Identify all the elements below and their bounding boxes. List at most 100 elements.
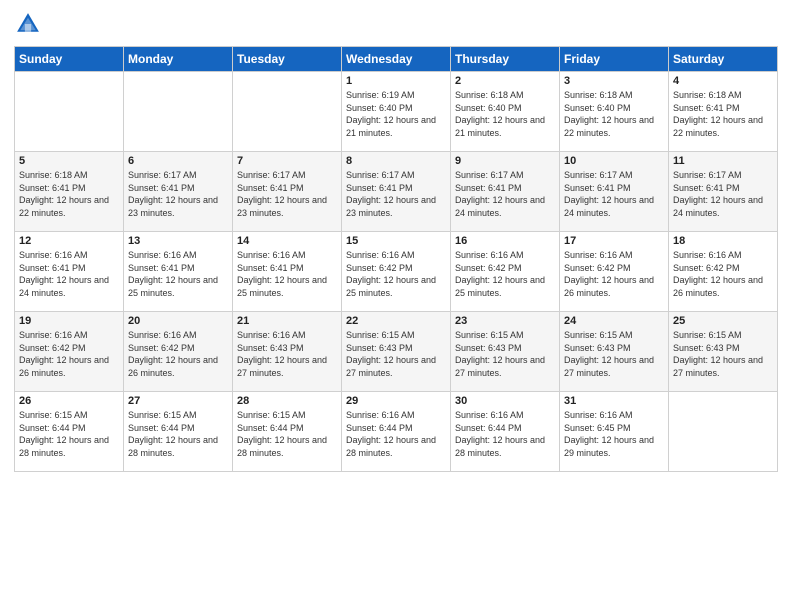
daylight-text: Daylight: 12 hours and 26 minutes. <box>673 274 773 299</box>
day-number: 27 <box>128 395 228 407</box>
day-number: 12 <box>19 235 119 247</box>
day-cell-12: 12Sunrise: 6:16 AMSunset: 6:41 PMDayligh… <box>15 232 124 312</box>
day-cell-15: 15Sunrise: 6:16 AMSunset: 6:42 PMDayligh… <box>342 232 451 312</box>
day-number: 26 <box>19 395 119 407</box>
day-number: 20 <box>128 315 228 327</box>
daylight-text: Daylight: 12 hours and 24 minutes. <box>455 194 555 219</box>
sunset-text: Sunset: 6:43 PM <box>673 342 773 355</box>
day-info: Sunrise: 6:15 AMSunset: 6:43 PMDaylight:… <box>673 329 773 379</box>
sunset-text: Sunset: 6:40 PM <box>455 102 555 115</box>
day-cell-3: 3Sunrise: 6:18 AMSunset: 6:40 PMDaylight… <box>560 72 669 152</box>
day-number: 16 <box>455 235 555 247</box>
day-cell-5: 5Sunrise: 6:18 AMSunset: 6:41 PMDaylight… <box>15 152 124 232</box>
daylight-text: Daylight: 12 hours and 27 minutes. <box>346 354 446 379</box>
day-number: 18 <box>673 235 773 247</box>
day-info: Sunrise: 6:16 AMSunset: 6:42 PMDaylight:… <box>455 249 555 299</box>
daylight-text: Daylight: 12 hours and 22 minutes. <box>673 114 773 139</box>
sunset-text: Sunset: 6:41 PM <box>19 182 119 195</box>
day-info: Sunrise: 6:18 AMSunset: 6:41 PMDaylight:… <box>19 169 119 219</box>
week-row-1: 1 Sunrise: 6:19 AMSunset: 6:40 PMDaylight… <box>15 72 778 152</box>
day-number: 19 <box>19 315 119 327</box>
daylight-text: Daylight: 12 hours and 25 minutes. <box>455 274 555 299</box>
sunrise-text: Sunrise: 6:16 AM <box>128 249 228 262</box>
day-number: 1 <box>346 75 446 87</box>
day-number: 31 <box>564 395 664 407</box>
day-cell-10: 10Sunrise: 6:17 AMSunset: 6:41 PMDayligh… <box>560 152 669 232</box>
daylight-text: Daylight: 12 hours and 22 minutes. <box>19 194 119 219</box>
daylight-text: Daylight: 12 hours and 29 minutes. <box>564 434 664 459</box>
day-number: 14 <box>237 235 337 247</box>
day-cell-18: 18Sunrise: 6:16 AMSunset: 6:42 PMDayligh… <box>669 232 778 312</box>
daylight-text: Daylight: 12 hours and 22 minutes. <box>564 114 664 139</box>
daylight-text: Daylight: 12 hours and 23 minutes. <box>237 194 337 219</box>
sunset-text: Sunset: 6:44 PM <box>346 422 446 435</box>
sunrise-text: Sunrise: 6:16 AM <box>19 329 119 342</box>
calendar-table: SundayMondayTuesdayWednesdayThursdayFrid… <box>14 46 778 472</box>
sunrise-text: Sunrise: 6:16 AM <box>455 409 555 422</box>
sunset-text: Sunset: 6:41 PM <box>673 102 773 115</box>
day-number: 30 <box>455 395 555 407</box>
daylight-text: Daylight: 12 hours and 27 minutes. <box>455 354 555 379</box>
day-info: Sunrise: 6:17 AMSunset: 6:41 PMDaylight:… <box>237 169 337 219</box>
sunrise-text: Sunrise: 6:15 AM <box>237 409 337 422</box>
sunrise-text: Sunrise: 6:15 AM <box>673 329 773 342</box>
daylight-text: Daylight: 12 hours and 26 minutes. <box>128 354 228 379</box>
day-number: 10 <box>564 155 664 167</box>
day-cell-24: 24Sunrise: 6:15 AMSunset: 6:43 PMDayligh… <box>560 312 669 392</box>
day-cell-27: 27 Sunrise: 6:15 AMSunset: 6:44 PMDayligh… <box>124 392 233 472</box>
daylight-text: Daylight: 12 hours and 21 minutes. <box>346 114 446 139</box>
day-number: 21 <box>237 315 337 327</box>
sunrise-text: Sunrise: 6:15 AM <box>455 329 555 342</box>
sunrise-text: Sunrise: 6:16 AM <box>346 249 446 262</box>
sunset-text: Sunset: 6:41 PM <box>455 182 555 195</box>
weekday-header-friday: Friday <box>560 47 669 72</box>
sunrise-text: Sunrise: 6:16 AM <box>237 249 337 262</box>
day-cell-9: 9Sunrise: 6:17 AMSunset: 6:41 PMDaylight… <box>451 152 560 232</box>
day-number: 17 <box>564 235 664 247</box>
daylight-text: Daylight: 12 hours and 28 minutes. <box>455 434 555 459</box>
day-number: 2 <box>455 75 555 87</box>
sunrise-text: Sunrise: 6:17 AM <box>455 169 555 182</box>
empty-cell <box>15 72 124 152</box>
day-cell-17: 17Sunrise: 6:16 AMSunset: 6:42 PMDayligh… <box>560 232 669 312</box>
daylight-text: Daylight: 12 hours and 28 minutes. <box>19 434 119 459</box>
day-info: Sunrise: 6:15 AMSunset: 6:43 PMDaylight:… <box>346 329 446 379</box>
daylight-text: Daylight: 12 hours and 26 minutes. <box>564 274 664 299</box>
day-number: 6 <box>128 155 228 167</box>
weekday-header-saturday: Saturday <box>669 47 778 72</box>
sunrise-text: Sunrise: 6:15 AM <box>564 329 664 342</box>
daylight-text: Daylight: 12 hours and 24 minutes. <box>19 274 119 299</box>
day-cell-20: 20Sunrise: 6:16 AMSunset: 6:42 PMDayligh… <box>124 312 233 392</box>
logo-icon <box>14 10 42 38</box>
day-cell-31: 31 Sunrise: 6:16 AMSunset: 6:45 PMDayligh… <box>560 392 669 472</box>
day-info: Sunrise: 6:18 AMSunset: 6:40 PMDaylight:… <box>455 89 555 139</box>
daylight-text: Daylight: 12 hours and 24 minutes. <box>673 194 773 219</box>
day-info: Sunrise: 6:19 AMSunset: 6:40 PMDaylight:… <box>346 89 446 139</box>
day-info: Sunrise: 6:15 AMSunset: 6:44 PMDaylight:… <box>19 409 119 459</box>
day-info: Sunrise: 6:16 AMSunset: 6:45 PMDaylight:… <box>564 409 664 459</box>
day-cell-29: 29Sunrise: 6:16 AMSunset: 6:44 PMDayligh… <box>342 392 451 472</box>
day-info: Sunrise: 6:15 AMSunset: 6:44 PMDaylight:… <box>128 409 228 459</box>
sunrise-text: Sunrise: 6:16 AM <box>19 249 119 262</box>
day-cell-1: 1 Sunrise: 6:19 AMSunset: 6:40 PMDaylight… <box>342 72 451 152</box>
day-info: Sunrise: 6:16 AMSunset: 6:44 PMDaylight:… <box>455 409 555 459</box>
sunrise-text: Sunrise: 6:16 AM <box>564 249 664 262</box>
day-number: 8 <box>346 155 446 167</box>
day-number: 28 <box>237 395 337 407</box>
weekday-header-thursday: Thursday <box>451 47 560 72</box>
day-info: Sunrise: 6:18 AMSunset: 6:41 PMDaylight:… <box>673 89 773 139</box>
day-cell-7: 7Sunrise: 6:17 AMSunset: 6:41 PMDaylight… <box>233 152 342 232</box>
sunset-text: Sunset: 6:41 PM <box>346 182 446 195</box>
sunset-text: Sunset: 6:44 PM <box>455 422 555 435</box>
sunset-text: Sunset: 6:41 PM <box>673 182 773 195</box>
sunset-text: Sunset: 6:40 PM <box>346 102 446 115</box>
sunset-text: Sunset: 6:43 PM <box>346 342 446 355</box>
daylight-text: Daylight: 12 hours and 26 minutes. <box>19 354 119 379</box>
weekday-header-tuesday: Tuesday <box>233 47 342 72</box>
sunset-text: Sunset: 6:40 PM <box>564 102 664 115</box>
empty-cell <box>124 72 233 152</box>
day-info: Sunrise: 6:15 AMSunset: 6:43 PMDaylight:… <box>455 329 555 379</box>
sunset-text: Sunset: 6:41 PM <box>128 182 228 195</box>
daylight-text: Daylight: 12 hours and 27 minutes. <box>237 354 337 379</box>
day-info: Sunrise: 6:18 AMSunset: 6:40 PMDaylight:… <box>564 89 664 139</box>
